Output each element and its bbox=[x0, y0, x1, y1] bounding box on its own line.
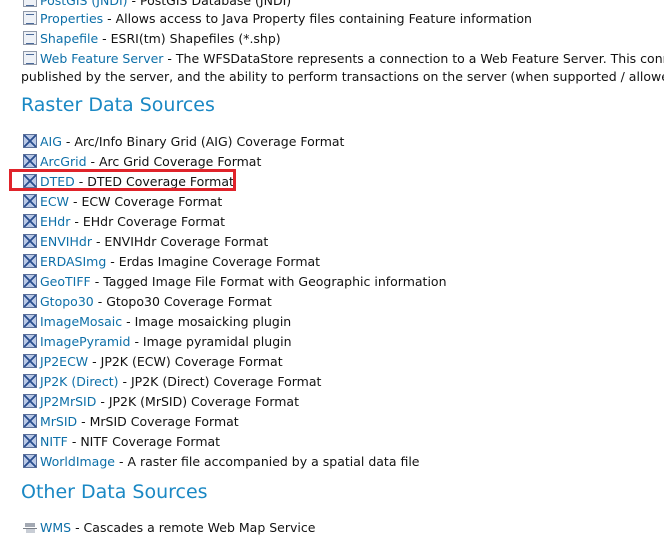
list-item-raster: NITF - NITF Coverage Format bbox=[23, 433, 220, 451]
list-item-raster: ImageMosaic - Image mosaicking plugin bbox=[23, 313, 291, 331]
link-raster-format[interactable]: ENVIHdr bbox=[40, 234, 92, 249]
description: - A raster file accompanied by a spatial… bbox=[114, 454, 420, 469]
link-raster-format[interactable]: ArcGrid bbox=[40, 154, 87, 169]
link-wms[interactable]: WMS bbox=[40, 520, 71, 535]
raster-format-icon bbox=[23, 254, 37, 268]
list-item-raster: JP2ECW - JP2K (ECW) Coverage Format bbox=[23, 353, 283, 371]
link-raster-format[interactable]: ImageMosaic bbox=[40, 314, 122, 329]
description: - ECW Coverage Format bbox=[69, 194, 223, 209]
raster-format-icon bbox=[23, 274, 37, 288]
link-shapefile[interactable]: Shapefile bbox=[40, 31, 98, 46]
raster-format-icon bbox=[23, 294, 37, 308]
list-item-raster: ERDASImg - Erdas Imagine Coverage Format bbox=[23, 253, 320, 271]
link-raster-format[interactable]: Gtopo30 bbox=[40, 294, 94, 309]
list-item-raster: EHdr - EHdr Coverage Format bbox=[23, 213, 225, 231]
description: - Image mosaicking plugin bbox=[122, 314, 292, 329]
highlight-box bbox=[9, 169, 236, 191]
raster-format-icon bbox=[23, 434, 37, 448]
description: - Arc Grid Coverage Format bbox=[86, 154, 262, 169]
raster-format-icon bbox=[23, 454, 37, 468]
link-raster-format[interactable]: ImagePyramid bbox=[40, 334, 130, 349]
description: - PostGIS Database (JNDI) bbox=[127, 0, 292, 8]
raster-format-icon bbox=[23, 374, 37, 388]
list-item-raster: Gtopo30 - Gtopo30 Coverage Format bbox=[23, 293, 272, 311]
list-item-raster: AIG - Arc/Info Binary Grid (AIG) Coverag… bbox=[23, 133, 344, 151]
description: - The WFSDataStore represents a connecti… bbox=[163, 51, 664, 66]
list-item-raster: MrSID - MrSID Coverage Format bbox=[23, 413, 239, 431]
list-item-wms: WMS - Cascades a remote Web Map Service bbox=[23, 519, 315, 537]
description: - EHdr Coverage Format bbox=[70, 214, 226, 229]
description: - JP2K (Direct) Coverage Format bbox=[118, 374, 322, 389]
raster-format-icon bbox=[23, 214, 37, 228]
description: - JP2K (MrSID) Coverage Format bbox=[96, 394, 299, 409]
link-raster-format[interactable]: WorldImage bbox=[40, 454, 115, 469]
description: - Allows access to Java Property files c… bbox=[103, 11, 532, 26]
description: - Arc/Info Binary Grid (AIG) Coverage Fo… bbox=[61, 134, 345, 149]
description: - ESRI(tm) Shapefiles (*.shp) bbox=[98, 31, 281, 46]
description: - JP2K (ECW) Coverage Format bbox=[88, 354, 283, 369]
list-item-raster: ImagePyramid - Image pyramidal plugin bbox=[23, 333, 292, 351]
link-raster-format[interactable]: MrSID bbox=[40, 414, 77, 429]
list-item-raster: JP2MrSID - JP2K (MrSID) Coverage Format bbox=[23, 393, 299, 411]
raster-format-icon bbox=[23, 154, 37, 168]
raster-format-icon bbox=[23, 414, 37, 428]
link-raster-format[interactable]: AIG bbox=[40, 134, 62, 149]
description: - NITF Coverage Format bbox=[67, 434, 221, 449]
other-section-heading: Other Data Sources bbox=[21, 481, 208, 503]
list-item-raster: GeoTIFF - Tagged Image File Format with … bbox=[23, 273, 447, 291]
description: - Tagged Image File Format with Geograph… bbox=[90, 274, 447, 289]
list-item-raster: ECW - ECW Coverage Format bbox=[23, 193, 222, 211]
vector-datastore-icon bbox=[23, 31, 37, 45]
vector-datastore-icon bbox=[23, 11, 37, 25]
link-raster-format[interactable]: GeoTIFF bbox=[40, 274, 91, 289]
vector-datastore-icon bbox=[23, 0, 37, 7]
wms-icon bbox=[23, 520, 37, 534]
description-continuation: published by the server, and the ability… bbox=[21, 69, 664, 84]
link-properties[interactable]: Properties bbox=[40, 11, 103, 26]
link-raster-format[interactable]: ECW bbox=[40, 194, 69, 209]
link-raster-format[interactable]: JP2K (Direct) bbox=[40, 374, 119, 389]
list-item-postgis-jndi: PostGIS (JNDI) - PostGIS Database (JNDI) bbox=[23, 0, 291, 10]
raster-format-icon bbox=[23, 334, 37, 348]
list-item-raster: WorldImage - A raster file accompanied b… bbox=[23, 453, 420, 471]
link-raster-format[interactable]: JP2MrSID bbox=[40, 394, 96, 409]
raster-format-icon bbox=[23, 194, 37, 208]
list-item-raster: ENVIHdr - ENVIHdr Coverage Format bbox=[23, 233, 268, 251]
link-raster-format[interactable]: NITF bbox=[40, 434, 68, 449]
list-item-properties: Properties - Allows access to Java Prope… bbox=[23, 10, 532, 28]
vector-datastore-icon bbox=[23, 51, 37, 65]
list-item-web-feature-server: Web Feature Server - The WFSDataStore re… bbox=[23, 50, 664, 68]
description: - ENVIHdr Coverage Format bbox=[91, 234, 269, 249]
description: - Image pyramidal plugin bbox=[130, 334, 292, 349]
raster-format-icon bbox=[23, 234, 37, 248]
link-web-feature-server[interactable]: Web Feature Server bbox=[40, 51, 163, 66]
list-item-shapefile: Shapefile - ESRI(tm) Shapefiles (*.shp) bbox=[23, 30, 281, 48]
link-postgis-jndi[interactable]: PostGIS (JNDI) bbox=[40, 0, 128, 8]
description: - MrSID Coverage Format bbox=[77, 414, 239, 429]
raster-section-heading: Raster Data Sources bbox=[21, 94, 215, 116]
description: - Gtopo30 Coverage Format bbox=[93, 294, 272, 309]
link-raster-format[interactable]: ERDASImg bbox=[40, 254, 106, 269]
raster-format-icon bbox=[23, 314, 37, 328]
link-raster-format[interactable]: EHdr bbox=[40, 214, 70, 229]
raster-format-icon bbox=[23, 394, 37, 408]
raster-format-icon bbox=[23, 354, 37, 368]
link-raster-format[interactable]: JP2ECW bbox=[40, 354, 88, 369]
description: - Cascades a remote Web Map Service bbox=[71, 520, 316, 535]
list-item-raster: JP2K (Direct) - JP2K (Direct) Coverage F… bbox=[23, 373, 321, 391]
raster-format-icon bbox=[23, 134, 37, 148]
description: - Erdas Imagine Coverage Format bbox=[106, 254, 321, 269]
